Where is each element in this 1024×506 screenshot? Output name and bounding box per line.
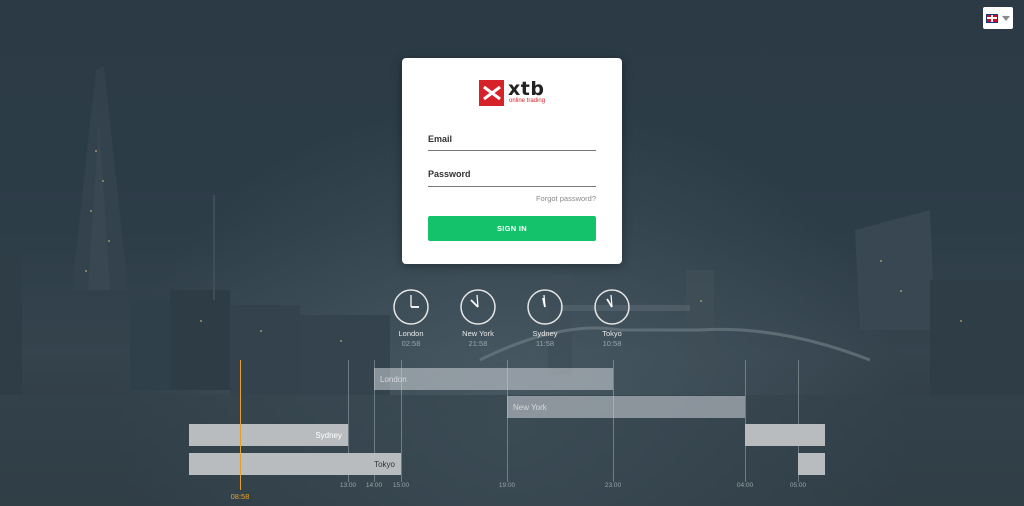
language-selector[interactable] bbox=[983, 7, 1013, 29]
session-label: Sydney bbox=[315, 430, 342, 440]
clock-face-icon bbox=[527, 289, 563, 325]
password-label: Password bbox=[428, 169, 471, 179]
clock-city: New York bbox=[462, 329, 494, 338]
chevron-down-icon bbox=[1002, 15, 1010, 21]
session-bar-london: London bbox=[374, 368, 613, 390]
timeline-tick: 23:00 bbox=[604, 482, 622, 489]
logo-word: xtb bbox=[508, 78, 545, 100]
timeline-tick: 15:00 bbox=[392, 482, 410, 489]
session-bar-tokyo: Tokyo bbox=[189, 453, 401, 475]
timeline-tick: 05:00 bbox=[789, 482, 807, 489]
sign-in-button[interactable]: SIGN IN bbox=[428, 216, 596, 241]
clock-time: 11:58 bbox=[535, 339, 555, 348]
email-field[interactable]: Email bbox=[428, 134, 596, 157]
timeline-tick: 13:00 bbox=[339, 482, 357, 489]
timeline-tick: 04:00 bbox=[736, 482, 754, 489]
email-input[interactable] bbox=[428, 151, 596, 157]
xtb-logo-mark-icon bbox=[479, 80, 504, 106]
session-bar-new-york: New York bbox=[507, 396, 745, 418]
session-bar-tokyo-next bbox=[798, 453, 825, 475]
current-time-indicator bbox=[240, 360, 241, 490]
clock-london: London 02:58 bbox=[381, 288, 441, 348]
uk-flag-icon bbox=[986, 13, 998, 23]
clock-time: 02:58 bbox=[401, 339, 421, 348]
xtb-logo: xtb online trading bbox=[479, 80, 545, 106]
clock-tokyo: Tokyo 10:58 bbox=[582, 288, 642, 348]
session-label: Tokyo bbox=[374, 459, 395, 469]
clock-sydney: Sydney 11:58 bbox=[515, 288, 575, 348]
password-field[interactable]: Password bbox=[428, 169, 596, 192]
session-bar-sydney: Sydney bbox=[189, 424, 348, 446]
logo-tagline: online trading bbox=[509, 98, 546, 104]
clock-city: Tokyo bbox=[602, 329, 622, 338]
clock-face-icon bbox=[594, 289, 630, 325]
clock-time: 10:58 bbox=[602, 339, 622, 348]
password-input[interactable] bbox=[428, 186, 596, 192]
clock-face-icon bbox=[393, 289, 429, 325]
login-card: xtb online trading Email Password Forgot… bbox=[402, 58, 622, 264]
timeline-gridline bbox=[745, 360, 746, 482]
clock-city: Sydney bbox=[532, 329, 558, 338]
clock-new-york: New York 21:58 bbox=[448, 288, 508, 348]
session-bar-sydney-next bbox=[745, 424, 825, 446]
clock-face-icon bbox=[460, 289, 496, 325]
email-label: Email bbox=[428, 134, 453, 144]
clock-time: 21:58 bbox=[468, 339, 488, 348]
timeline-tick: 14:00 bbox=[365, 482, 383, 489]
timeline-gridline bbox=[613, 360, 614, 482]
session-label: London bbox=[380, 374, 407, 384]
timeline-tick: 19:00 bbox=[498, 482, 516, 489]
forgot-password-link[interactable]: Forgot password? bbox=[536, 194, 596, 203]
session-label: New York bbox=[513, 402, 547, 412]
clock-city: London bbox=[398, 329, 424, 338]
current-time-label: 08:58 bbox=[230, 492, 250, 501]
